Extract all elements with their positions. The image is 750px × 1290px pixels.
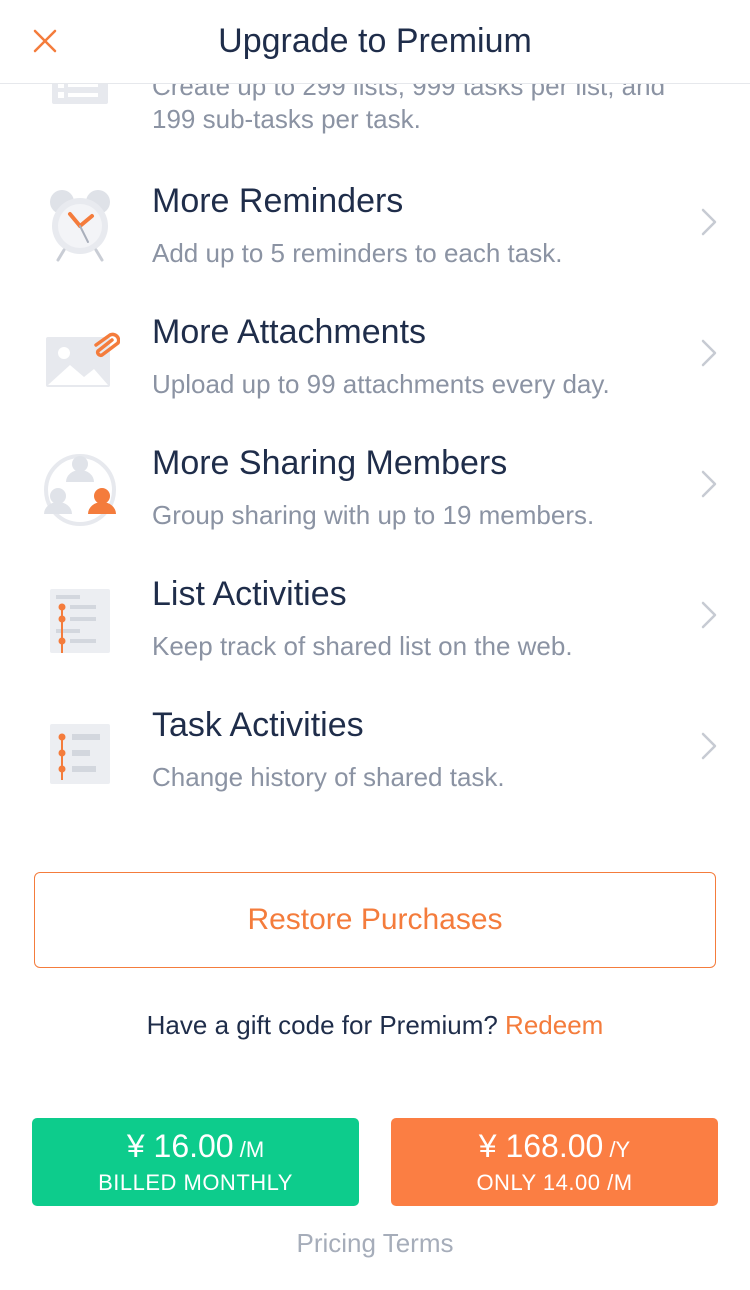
feature-desc: Upload up to 99 attachments every day. (152, 369, 610, 399)
monthly-price-amount: ¥ 16.00 (126, 1128, 234, 1164)
feature-title: More Sharing Members (152, 444, 508, 482)
task-activity-icon (50, 724, 110, 784)
feature-desc: Change history of shared task. (152, 762, 505, 792)
group-members-icon (44, 454, 116, 526)
chevron-right-icon (701, 339, 717, 367)
feature-row-list-activities[interactable]: List Activities Keep track of shared lis… (0, 563, 750, 694)
yearly-price-unit: /Y (603, 1137, 631, 1162)
nav-header: Upgrade to Premium (0, 0, 750, 84)
feature-row-more-attachments[interactable]: More Attachments Upload up to 99 attachm… (0, 301, 750, 432)
yearly-price-amount: ¥ 168.00 (478, 1128, 604, 1164)
feature-title: Task Activities (152, 706, 364, 744)
chevron-right-icon (701, 470, 717, 498)
alarm-clock-icon (50, 190, 110, 262)
monthly-billing-label: BILLED MONTHLY (98, 1170, 293, 1195)
feature-row-more-reminders[interactable]: More Reminders Add up to 5 reminders to … (0, 170, 750, 301)
gift-code-text: Have a gift code for Premium? (146, 1010, 498, 1040)
chevron-right-icon (701, 732, 717, 760)
redeem-link[interactable]: Redeem (505, 1010, 603, 1040)
restore-purchases-button[interactable]: Restore Purchases (34, 872, 716, 968)
chevron-right-icon (701, 208, 717, 236)
yearly-billing-label: ONLY 14.00 /M (476, 1170, 633, 1195)
monthly-price: ¥ 16.00 /M (32, 1128, 359, 1165)
feature-row-more-sharing-members[interactable]: More Sharing Members Group sharing with … (0, 432, 750, 563)
feature-desc: Add up to 5 reminders to each task. (152, 238, 563, 268)
upgrade-premium-screen: Create up to 299 lists, 999 tasks per li… (0, 0, 750, 1290)
chevron-right-icon (701, 601, 717, 629)
feature-scroll-area[interactable]: Create up to 299 lists, 999 tasks per li… (0, 0, 750, 1290)
feature-row-task-activities[interactable]: Task Activities Change history of shared… (0, 694, 750, 825)
feature-title: More Reminders (152, 182, 404, 220)
feature-desc: Keep track of shared list on the web. (152, 631, 573, 661)
feature-title: More Attachments (152, 313, 427, 351)
list-activity-icon (50, 589, 110, 653)
monthly-price-unit: /M (233, 1137, 265, 1162)
feature-desc: Group sharing with up to 19 members. (152, 500, 595, 530)
monthly-plan-button[interactable]: ¥ 16.00 /M BILLED MONTHLY (32, 1118, 359, 1206)
image-attachment-icon (46, 332, 120, 387)
yearly-price: ¥ 168.00 /Y (391, 1128, 718, 1165)
yearly-plan-button[interactable]: ¥ 168.00 /Y ONLY 14.00 /M (391, 1118, 718, 1206)
feature-title: List Activities (152, 575, 347, 613)
gift-code-row: Have a gift code for Premium? Redeem (0, 1010, 750, 1041)
pricing-terms-link[interactable]: Pricing Terms (0, 1228, 750, 1259)
page-title: Upgrade to Premium (218, 22, 532, 60)
